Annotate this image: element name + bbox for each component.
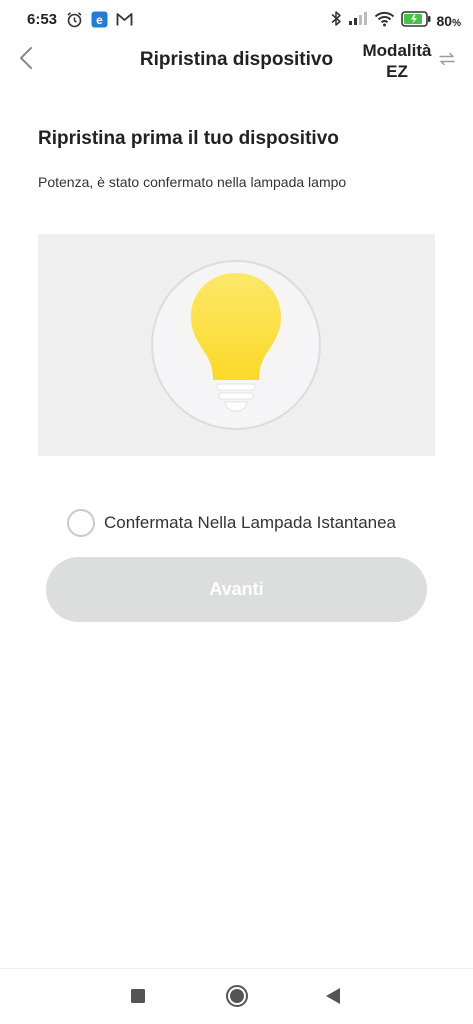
section-description: Potenza, è stato confermato nella lampad… [38, 174, 347, 190]
confirm-bulb-flashing-option[interactable]: Confermata Nella Lampada Istantanea [67, 509, 396, 537]
section-heading: Ripristina prima il tuo dispositivo [38, 128, 339, 149]
system-nav-bar [0, 968, 473, 1024]
ez-mode-label-line2: EZ [386, 62, 408, 81]
switch-arrows-icon[interactable] [438, 52, 456, 71]
status-right-icons: 80% [330, 10, 461, 32]
signal-icon [348, 11, 368, 31]
light-bulb-icon [174, 270, 298, 412]
illustration-panel [38, 234, 435, 456]
battery-icon [400, 10, 431, 32]
edge-app-icon: e [91, 11, 108, 33]
ez-mode-label-line1: Modalità [362, 41, 432, 60]
bluetooth-icon [330, 10, 342, 32]
svg-text:e: e [96, 13, 103, 27]
back-nav-button[interactable] [320, 985, 346, 1011]
next-button[interactable]: Avanti [46, 557, 427, 622]
gmail-icon [116, 12, 133, 32]
alarm-icon [66, 11, 83, 33]
home-button[interactable] [224, 984, 250, 1013]
bulb-circle [151, 260, 321, 430]
recents-square-icon [130, 988, 146, 1009]
ez-mode-switch[interactable]: Modalità EZ [355, 40, 439, 82]
confirm-label: Confermata Nella Lampada Istantanea [104, 513, 397, 532]
battery-percent: 80% [436, 13, 461, 29]
status-bar: 6:53 e 80% [0, 0, 473, 40]
app-header: Ripristina dispositivo Modalità EZ [0, 40, 473, 90]
recents-button[interactable] [125, 985, 151, 1011]
wifi-icon [374, 11, 395, 32]
status-time: 6:53 [27, 11, 58, 28]
back-triangle-icon [325, 987, 341, 1010]
confirm-radio[interactable] [67, 509, 95, 537]
status-left-icons: e [66, 11, 133, 33]
home-circle-icon [225, 984, 249, 1013]
